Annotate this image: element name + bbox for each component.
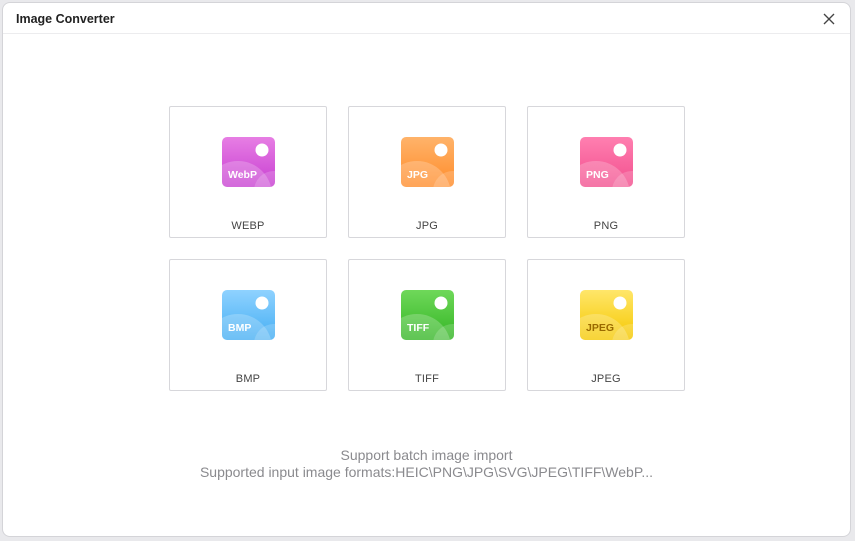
tiff-file-icon: TIFF — [401, 290, 454, 340]
supported-formats-note: Supported input image formats:HEIC\PNG\J… — [199, 464, 654, 480]
jpg-file-icon: JPG — [401, 137, 454, 187]
format-badge-text: JPEG — [586, 322, 614, 334]
batch-import-note: Support batch image import — [340, 447, 513, 463]
format-label: TIFF — [414, 373, 439, 385]
format-badge-text: JPG — [407, 169, 428, 181]
format-badge-text: TIFF — [407, 322, 430, 334]
format-card-jpeg[interactable]: JPEG JPEG — [527, 259, 685, 391]
title-bar: Image Converter — [3, 3, 850, 34]
format-card-tiff[interactable]: TIFF TIFF — [348, 259, 506, 391]
format-label: WEBP — [231, 220, 265, 232]
format-card-jpg[interactable]: JPG JPG — [348, 106, 506, 238]
format-card-bmp[interactable]: BMP BMP — [169, 259, 327, 391]
close-icon — [823, 13, 835, 25]
format-label: PNG — [593, 220, 619, 232]
webp-file-icon: WebP — [222, 137, 275, 187]
image-converter-window: Image Converter WebP WEBP JPG JPG PNG PNG BMP B… — [2, 2, 851, 537]
format-badge-text: PNG — [586, 169, 609, 181]
format-badge-text: WebP — [228, 169, 257, 181]
bmp-file-icon: BMP — [222, 290, 275, 340]
format-label: JPG — [416, 220, 438, 232]
window-title: Image Converter — [16, 12, 115, 26]
format-card-png[interactable]: PNG PNG — [527, 106, 685, 238]
close-button[interactable] — [820, 10, 838, 28]
jpeg-file-icon: JPEG — [580, 290, 633, 340]
format-card-webp[interactable]: WebP WEBP — [169, 106, 327, 238]
format-label: JPEG — [591, 373, 621, 385]
format-badge-text: BMP — [228, 322, 251, 334]
png-file-icon: PNG — [580, 137, 633, 187]
format-label: BMP — [235, 373, 261, 385]
